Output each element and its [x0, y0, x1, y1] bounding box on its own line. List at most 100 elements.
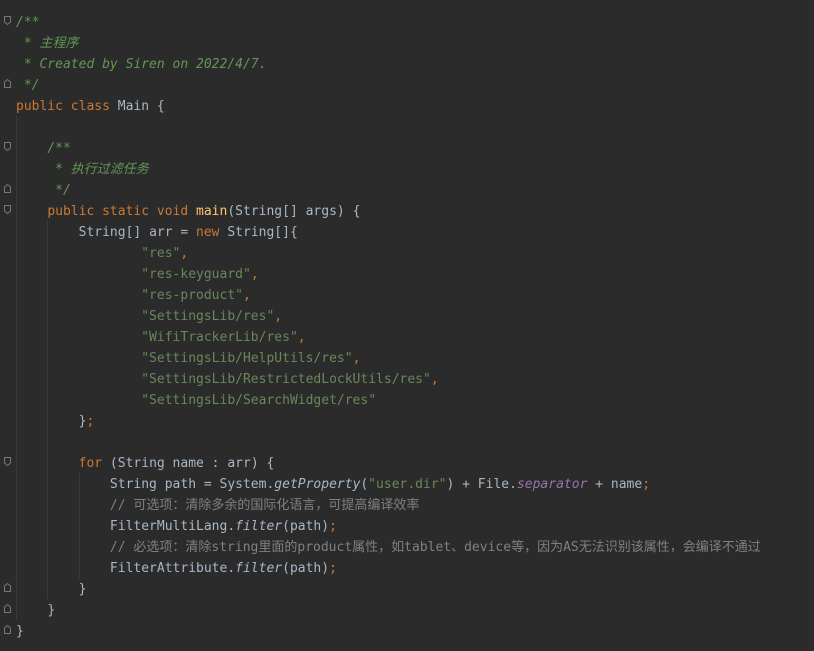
punctuation: , — [430, 372, 439, 387]
code-editor[interactable]: /** * 主程序 * Created by Siren on 2022/4/7… — [0, 0, 814, 651]
punctuation: , — [274, 309, 283, 324]
doc-comment: * Created by Siren on 2022/4/7. — [16, 57, 267, 72]
static-field: separator — [516, 477, 588, 492]
code-line[interactable]: * 执行过滤任务 — [16, 159, 149, 180]
code-text: String[]{ — [219, 225, 298, 240]
punctuation: , — [250, 267, 259, 282]
punctuation: ; — [642, 477, 651, 492]
punctuation: , — [180, 246, 189, 261]
punctuation: ; — [329, 519, 337, 534]
code-line[interactable]: } — [16, 600, 55, 621]
code-text: (String name : arr) { — [102, 456, 275, 471]
string-literal: "res-keyguard" — [141, 267, 251, 282]
code-line[interactable]: "SettingsLib/SearchWidget/res" — [16, 390, 376, 411]
code-text: } — [16, 624, 24, 639]
editor-gutter — [0, 0, 16, 651]
code-line[interactable]: */ — [16, 75, 40, 96]
code-text: String path = System. — [109, 477, 275, 492]
string-literal: "SettingsLib/HelpUtils/res" — [141, 351, 353, 366]
string-literal: "res-product" — [141, 288, 243, 303]
doc-comment: /** — [47, 141, 71, 156]
code-line[interactable]: // 可选项：清除多余的国际化语言，可提高编译效率 — [16, 495, 419, 516]
keyword: for — [78, 456, 103, 471]
string-literal: "SettingsLib/RestrictedLockUtils/res" — [141, 372, 431, 387]
code-line[interactable]: "res-product", — [16, 285, 251, 306]
fold-end-icon[interactable] — [4, 583, 11, 592]
code-line[interactable]: "res-keyguard", — [16, 264, 259, 285]
code-line[interactable]: "SettingsLib/res", — [16, 306, 282, 327]
code-line[interactable]: public static void main(String[] args) { — [16, 201, 360, 222]
line-comment: // 可选项：清除多余的国际化语言，可提高编译效率 — [109, 498, 420, 513]
fold-start-icon[interactable] — [4, 16, 11, 25]
doc-comment: /** — [16, 15, 40, 30]
string-literal: "SettingsLib/SearchWidget/res" — [141, 393, 377, 408]
code-line[interactable]: "WifiTrackerLib/res", — [16, 327, 305, 348]
code-line[interactable]: * 主程序 — [16, 33, 79, 54]
string-literal: "WifiTrackerLib/res" — [141, 330, 298, 345]
fold-end-icon[interactable] — [4, 604, 11, 613]
code-line[interactable]: /** — [16, 138, 71, 159]
code-line[interactable]: } — [16, 579, 87, 600]
fold-end-icon[interactable] — [4, 184, 11, 193]
string-literal: "res" — [141, 246, 181, 261]
code-line[interactable]: String[] arr = new String[]{ — [16, 222, 298, 243]
fold-end-icon[interactable] — [4, 79, 11, 88]
fold-start-icon[interactable] — [4, 457, 11, 466]
code-line[interactable]: for (String name : arr) { — [16, 453, 275, 474]
code-text: (path) — [282, 561, 330, 576]
code-text: Main { — [109, 99, 165, 114]
code-line[interactable]: "res", — [16, 243, 188, 264]
code-text: + name — [587, 477, 643, 492]
code-line[interactable]: */ — [16, 180, 71, 201]
string-literal: "SettingsLib/res" — [141, 309, 275, 324]
code-text: ) + File. — [446, 477, 517, 492]
doc-comment: * 主程序 — [16, 36, 79, 51]
method-call: filter — [235, 519, 283, 534]
doc-comment: */ — [47, 183, 71, 198]
fold-start-icon[interactable] — [4, 142, 11, 151]
code-text: String[] arr = — [78, 225, 197, 240]
code-line[interactable]: String path = System.getProperty("user.d… — [16, 474, 650, 495]
punctuation: ; — [329, 561, 337, 576]
method-call: getProperty — [274, 477, 361, 492]
code-line[interactable]: }; — [16, 411, 95, 432]
code-line[interactable]: FilterMultiLang.filter(path); — [16, 516, 337, 537]
code-text: (String[] args) { — [227, 204, 361, 219]
code-line[interactable]: } — [16, 621, 24, 642]
code-line[interactable]: "SettingsLib/HelpUtils/res", — [16, 348, 360, 369]
code-text: FilterAttribute. — [109, 561, 236, 576]
code-line[interactable]: * Created by Siren on 2022/4/7. — [16, 54, 267, 75]
fold-start-icon[interactable] — [4, 205, 11, 214]
code-line[interactable]: // 必选项：清除string里面的product属性，如tablet、devi… — [16, 537, 761, 558]
code-text: FilterMultiLang. — [109, 519, 236, 534]
code-line[interactable]: "SettingsLib/RestrictedLockUtils/res", — [16, 369, 439, 390]
code-line[interactable]: /** — [16, 12, 39, 33]
fold-end-icon[interactable] — [4, 625, 11, 634]
code-line[interactable]: public class Main { — [16, 96, 165, 117]
code-text: } — [47, 603, 56, 618]
code-line[interactable]: FilterAttribute.filter(path); — [16, 558, 337, 579]
code-text: (path) — [282, 519, 330, 534]
keyword: new — [196, 225, 220, 240]
